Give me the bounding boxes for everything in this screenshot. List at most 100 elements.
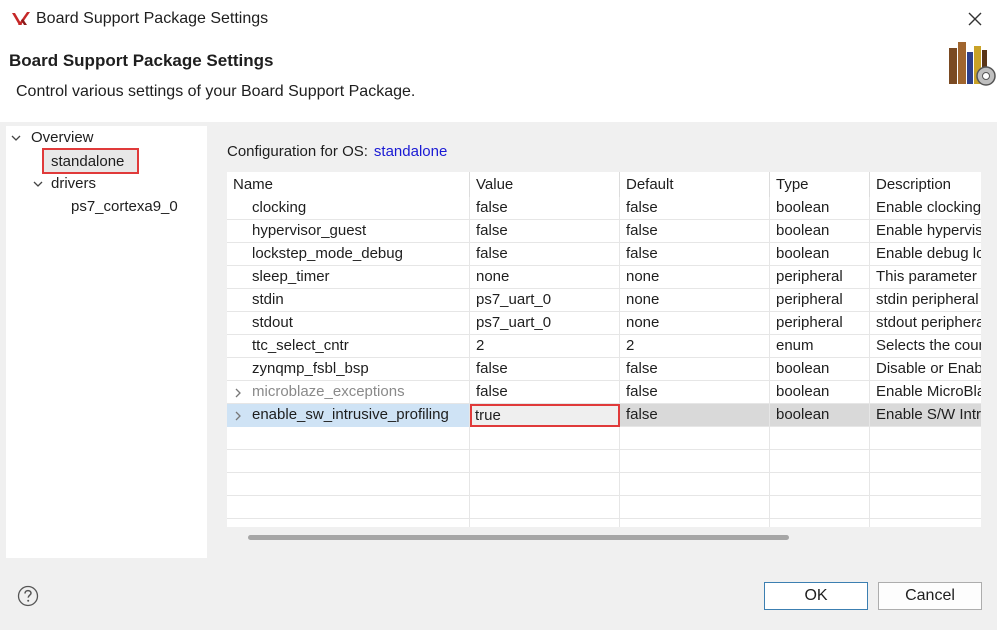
tree-item-label: drivers <box>51 175 97 192</box>
cell-value[interactable]: ps7_uart_0 <box>470 289 620 312</box>
cell-type-text: boolean <box>776 245 830 262</box>
cell-type: boolean <box>770 197 870 220</box>
column-header-type[interactable]: Type <box>770 172 870 197</box>
cell-value-text: false <box>476 360 508 377</box>
cell-value[interactable]: false <box>470 381 620 404</box>
xilinx-logo-icon <box>12 12 30 25</box>
cell-name-text: zynqmp_fsbl_bsp <box>252 360 369 377</box>
cell-default-text: none <box>626 268 660 285</box>
column-header-description[interactable]: Description <box>870 172 981 197</box>
cell-type: boolean <box>770 404 870 427</box>
cell-default: false <box>620 197 770 220</box>
chevron-down-icon[interactable] <box>9 127 23 149</box>
horizontal-scrollbar[interactable] <box>248 535 789 540</box>
cell-default: false <box>620 404 770 427</box>
empty-cell <box>620 519 770 527</box>
cell-value-text: false <box>476 383 508 400</box>
cell-description-text: Disable or Enable <box>876 360 981 377</box>
cell-default: false <box>620 220 770 243</box>
cell-value[interactable]: false <box>470 358 620 381</box>
cell-value[interactable]: true <box>470 404 620 427</box>
cell-value-text: false <box>476 222 508 239</box>
cell-name-text: lockstep_mode_debug <box>252 245 403 262</box>
cell-description-text: stdin peripheral <box>876 291 979 308</box>
table-row[interactable]: zynqmp_fsbl_bsp false false boolean Disable … <box>227 358 981 381</box>
empty-cell <box>870 427 981 450</box>
cell-type: boolean <box>770 220 870 243</box>
table-row[interactable]: microblaze_exceptions false false boolean En… <box>227 381 981 404</box>
cell-type-text: peripheral <box>776 291 843 308</box>
cell-description-text: This parameter is used <box>876 268 981 285</box>
table-row[interactable]: sleep_timer none none peripheral This parame… <box>227 266 981 289</box>
empty-cell <box>227 450 470 473</box>
cell-value[interactable]: ps7_uart_0 <box>470 312 620 335</box>
cell-value[interactable]: 2 <box>470 335 620 358</box>
cell-value[interactable]: false <box>470 243 620 266</box>
column-header-value[interactable]: Value <box>470 172 620 197</box>
ok-button[interactable]: OK <box>764 582 868 610</box>
empty-cell <box>870 473 981 496</box>
cell-value-text: false <box>476 199 508 216</box>
cell-type: boolean <box>770 243 870 266</box>
cell-name: zynqmp_fsbl_bsp <box>227 358 470 381</box>
bsp-tree: Overview standalone drivers ps7_cortexa9… <box>6 126 207 558</box>
cell-description: Enable hypervisor guest support <box>870 220 981 243</box>
column-header-name[interactable]: Name <box>227 172 470 197</box>
cell-name: ttc_select_cntr <box>227 335 470 358</box>
chevron-right-icon[interactable] <box>234 404 246 427</box>
cell-value[interactable]: false <box>470 220 620 243</box>
cell-default-text: none <box>626 291 660 308</box>
cell-description: Disable or Enable <box>870 358 981 381</box>
cell-type: enum <box>770 335 870 358</box>
empty-cell <box>620 496 770 519</box>
empty-cell <box>227 519 470 527</box>
cell-name-text: clocking <box>252 199 307 216</box>
cell-type: peripheral <box>770 266 870 289</box>
cell-default-text: false <box>626 222 658 239</box>
cell-name: stdout <box>227 312 470 335</box>
table-row[interactable]: clocking false false boolean Enable clocking… <box>227 197 981 220</box>
config-os-value: standalone <box>373 143 448 160</box>
cell-default: false <box>620 381 770 404</box>
empty-cell <box>470 496 620 519</box>
tree-item-ps7-cortexa9-0[interactable]: ps7_cortexa9_0 <box>71 196 201 218</box>
cell-value[interactable]: none <box>470 266 620 289</box>
help-icon[interactable] <box>17 585 39 607</box>
cell-default-text: 2 <box>626 337 635 354</box>
table-row[interactable]: hypervisor_guest false false boolean Enable … <box>227 220 981 243</box>
cell-description: Enable MicroBlaze <box>870 381 981 404</box>
cancel-button[interactable]: Cancel <box>878 582 982 610</box>
cell-name-text: hypervisor_guest <box>252 222 367 239</box>
empty-row <box>227 496 981 519</box>
cell-default: none <box>620 289 770 312</box>
column-header-default[interactable]: Default <box>620 172 770 197</box>
tree-item-standalone[interactable]: standalone <box>42 148 139 174</box>
cell-default: 2 <box>620 335 770 358</box>
cell-type-text: boolean <box>776 222 830 239</box>
tree-item-label: Overview <box>31 129 94 146</box>
chevron-right-icon[interactable] <box>234 381 246 404</box>
settings-table: Name Value Default Type Description cloc… <box>227 172 981 527</box>
chevron-down-icon[interactable] <box>31 173 45 195</box>
close-icon <box>968 12 982 26</box>
footer-divider <box>0 563 997 564</box>
cell-default-text: false <box>626 406 658 423</box>
table-row[interactable]: lockstep_mode_debug false false boolean Enab… <box>227 243 981 266</box>
cell-description: This parameter is used <box>870 266 981 289</box>
table-row[interactable]: stdin ps7_uart_0 none peripheral stdin perip… <box>227 289 981 312</box>
tree-item-drivers[interactable]: drivers <box>31 173 191 195</box>
cell-value[interactable]: false <box>470 197 620 220</box>
tree-item-overview[interactable]: Overview <box>9 127 199 149</box>
cell-type-text: boolean <box>776 360 830 377</box>
empty-cell <box>470 450 620 473</box>
cell-type: peripheral <box>770 312 870 335</box>
empty-cell <box>870 496 981 519</box>
table-row[interactable]: ttc_select_cntr 2 2 enum Selects the counter <box>227 335 981 358</box>
cell-description: Enable clocking support <box>870 197 981 220</box>
empty-row <box>227 519 981 527</box>
close-button[interactable] <box>960 4 990 34</box>
table-row[interactable]: stdout ps7_uart_0 none peripheral stdout per… <box>227 312 981 335</box>
table-row[interactable]: enable_sw_intrusive_profiling true false bo… <box>227 404 981 427</box>
cell-name: microblaze_exceptions <box>227 381 470 404</box>
cell-type-text: boolean <box>776 199 830 216</box>
